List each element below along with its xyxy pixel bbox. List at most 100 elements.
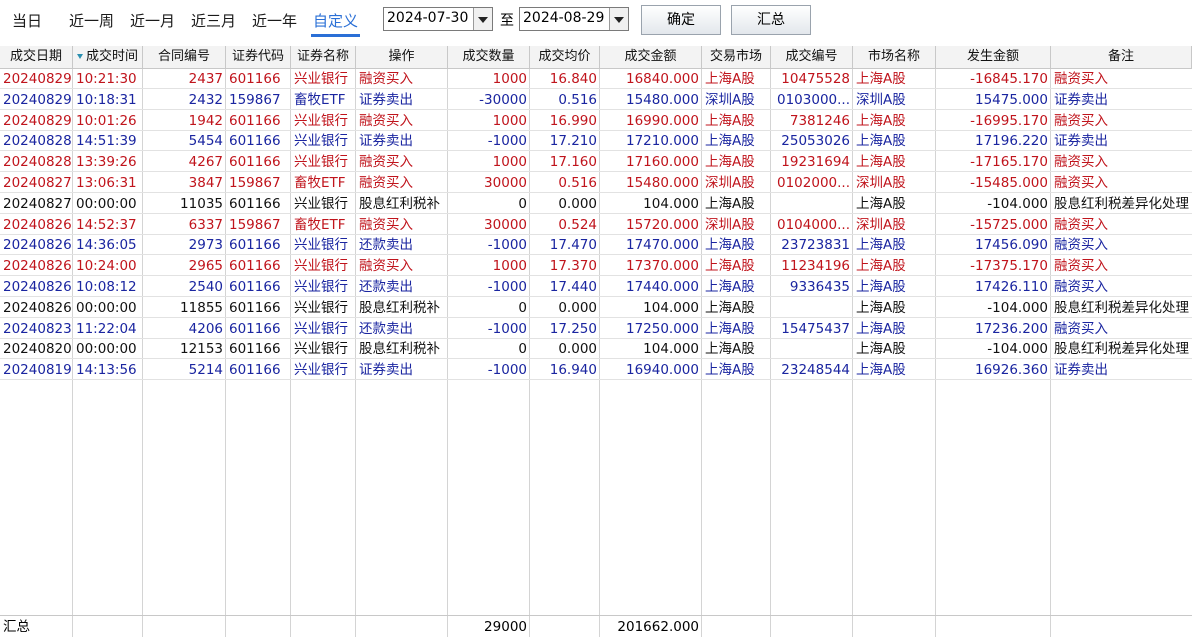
table-row[interactable]: 20240827 13:06:31 3847 159867 畜牧ETF 融资买入 30000…: [0, 173, 1192, 193]
cell-market-name: 上海A股: [856, 112, 906, 129]
table-header: 成交日期 成交时间 合同编号 证券代码 证券名称 操作 成交数量 成交均价 成交金额 交易市场 成交…: [0, 46, 1192, 69]
cell-remark: 股息红利税差异化处理: [1054, 195, 1189, 212]
cell-trade-date: 20240826: [3, 237, 72, 254]
cell-trade-time: 00:00:00: [76, 341, 137, 358]
table-row[interactable]: 20240820 00:00:00 12153 601166 兴业银行 股息红利税补 0 0.…: [0, 339, 1192, 360]
cell-net-amount: 15475.000: [974, 91, 1048, 108]
cell-trade-time: 14:13:56: [76, 362, 137, 379]
cell-trade-date: 20240826: [3, 279, 72, 295]
start-date-picker[interactable]: 2024-07-30: [383, 7, 493, 31]
cell-trade-date: 20240829: [3, 112, 72, 129]
table-row[interactable]: 20240826 10:08:12 2540 601166 兴业银行 还款卖出 -1000 1…: [0, 277, 1192, 297]
table-row[interactable]: 20240829 10:01:26 1942 601166 兴业银行 融资买入 1000 16…: [0, 111, 1192, 131]
cell-trade-time: 13:06:31: [76, 175, 137, 191]
tab-last-year[interactable]: 近一年: [252, 10, 297, 31]
col-header-operation[interactable]: 操作: [356, 46, 448, 68]
table-row[interactable]: 20240826 10:24:00 2965 601166 兴业银行 融资买入 1000 17…: [0, 256, 1192, 277]
table-row[interactable]: 20240829 10:18:31 2432 159867 畜牧ETF 证券卖出 -3000…: [0, 90, 1192, 110]
cell-remark: 证券卖出: [1054, 133, 1108, 150]
end-date-dropdown-icon[interactable]: [609, 8, 628, 30]
cell-trade-date: 20240829: [3, 71, 72, 87]
cell-deal-no: 19231694: [781, 154, 850, 171]
cell-remark: 融资买入: [1054, 154, 1108, 171]
cell-security-name: 兴业银行: [294, 299, 348, 316]
cell-security-code: 159867: [229, 216, 281, 233]
cell-quantity: -1000: [487, 133, 527, 150]
cell-net-amount: -17375.170: [970, 258, 1048, 275]
col-header-security-name[interactable]: 证券名称: [291, 46, 356, 68]
cell-market: 深圳A股: [705, 91, 755, 108]
cell-trade-date: 20240820: [3, 341, 72, 358]
cell-avg-price: 0.000: [558, 195, 597, 212]
table-row[interactable]: 20240826 00:00:00 11855 601166 兴业银行 股息红利税补 0 0.…: [0, 298, 1192, 318]
cell-amount: 104.000: [643, 299, 699, 316]
cell-security-code: 601166: [229, 362, 281, 379]
col-header-security-code[interactable]: 证券代码: [226, 46, 291, 68]
cell-avg-price: 16.940: [549, 362, 597, 379]
cell-operation: 融资买入: [359, 154, 413, 171]
cell-quantity: 1000: [492, 112, 527, 129]
cell-trade-time: 10:08:12: [76, 279, 137, 295]
cell-market-name: 上海A股: [856, 154, 906, 171]
cell-operation: 融资买入: [359, 216, 413, 233]
cell-security-name: 兴业银行: [294, 195, 348, 212]
confirm-button[interactable]: 确定: [641, 5, 721, 35]
cell-trade-date: 20240828: [3, 154, 72, 171]
table-row[interactable]: 20240828 13:39:26 4267 601166 兴业银行 融资买入 1000 17…: [0, 152, 1192, 173]
table-row[interactable]: 20240826 14:36:05 2973 601166 兴业银行 还款卖出 -1000 1…: [0, 235, 1192, 256]
tab-custom[interactable]: 自定义: [310, 10, 361, 37]
cell-security-name: 兴业银行: [294, 279, 348, 295]
col-header-net-amount[interactable]: 发生金额: [936, 46, 1051, 68]
tab-last-month[interactable]: 近一月: [130, 10, 175, 31]
cell-security-name: 兴业银行: [294, 237, 348, 254]
summary-button[interactable]: 汇总: [731, 5, 811, 35]
cell-contract-no: 2540: [188, 279, 223, 295]
cell-quantity: 30000: [484, 175, 527, 191]
col-header-trade-time[interactable]: 成交时间: [73, 46, 143, 68]
cell-operation: 股息红利税补: [359, 195, 440, 212]
table-row[interactable]: 20240827 00:00:00 11035 601166 兴业银行 股息红利税补 0 0.…: [0, 194, 1192, 214]
cell-market-name: 上海A股: [856, 341, 906, 358]
cell-remark: 融资买入: [1054, 320, 1108, 337]
cell-trade-date: 20240828: [3, 133, 72, 150]
col-header-label: 成交均价: [538, 49, 591, 64]
tab-last-three-months[interactable]: 近三月: [191, 10, 236, 31]
col-header-quantity[interactable]: 成交数量: [448, 46, 530, 68]
start-date-dropdown-icon[interactable]: [473, 8, 492, 30]
cell-security-name: 兴业银行: [294, 341, 348, 358]
cell-security-code: 601166: [229, 133, 281, 150]
col-header-market-name[interactable]: 市场名称: [853, 46, 936, 68]
cell-market: 上海A股: [705, 362, 755, 379]
col-header-remark[interactable]: 备注: [1051, 46, 1192, 68]
sort-desc-icon: [76, 54, 83, 59]
table-row[interactable]: 20240819 14:13:56 5214 601166 兴业银行 证券卖出 -1000 1…: [0, 360, 1192, 381]
col-header-trade-date[interactable]: 成交日期: [0, 46, 73, 68]
cell-security-name: 畜牧ETF: [294, 216, 346, 233]
col-header-deal-no[interactable]: 成交编号: [771, 46, 853, 68]
cell-remark: 融资买入: [1054, 112, 1108, 129]
col-header-avg-price[interactable]: 成交均价: [530, 46, 600, 68]
cell-security-code: 601166: [229, 237, 281, 254]
cell-contract-no: 2973: [188, 237, 223, 254]
cell-deal-no: 0102000...: [777, 175, 850, 191]
table-row[interactable]: 20240829 10:21:30 2437 601166 兴业银行 融资买入 1000 16…: [0, 69, 1192, 89]
table-row[interactable]: 20240823 11:22:04 4206 601166 兴业银行 还款卖出 -1000 1…: [0, 319, 1192, 339]
end-date-picker[interactable]: 2024-08-29: [519, 7, 629, 31]
table-row[interactable]: 20240826 14:52:37 6337 159867 畜牧ETF 融资买入 30000…: [0, 215, 1192, 235]
cell-operation: 股息红利税补: [359, 341, 440, 358]
cell-market: 上海A股: [705, 112, 755, 129]
cell-trade-time: 14:51:39: [76, 133, 137, 150]
col-header-amount[interactable]: 成交金额: [600, 46, 702, 68]
cell-net-amount: -104.000: [987, 341, 1048, 358]
cell-quantity: 0: [518, 195, 527, 212]
col-header-market[interactable]: 交易市场: [702, 46, 771, 68]
col-header-contract-no[interactable]: 合同编号: [143, 46, 226, 68]
tab-today[interactable]: 当日: [12, 10, 42, 31]
table-row[interactable]: 20240828 14:51:39 5454 601166 兴业银行 证券卖出 -1000 1…: [0, 131, 1192, 152]
cell-security-code: 601166: [229, 154, 281, 171]
cell-deal-no: 0104000...: [777, 216, 850, 233]
cell-amount: 104.000: [643, 195, 699, 212]
cell-net-amount: -15725.000: [970, 216, 1048, 233]
tab-last-week[interactable]: 近一周: [69, 10, 114, 31]
col-header-label: 成交日期: [9, 49, 62, 64]
